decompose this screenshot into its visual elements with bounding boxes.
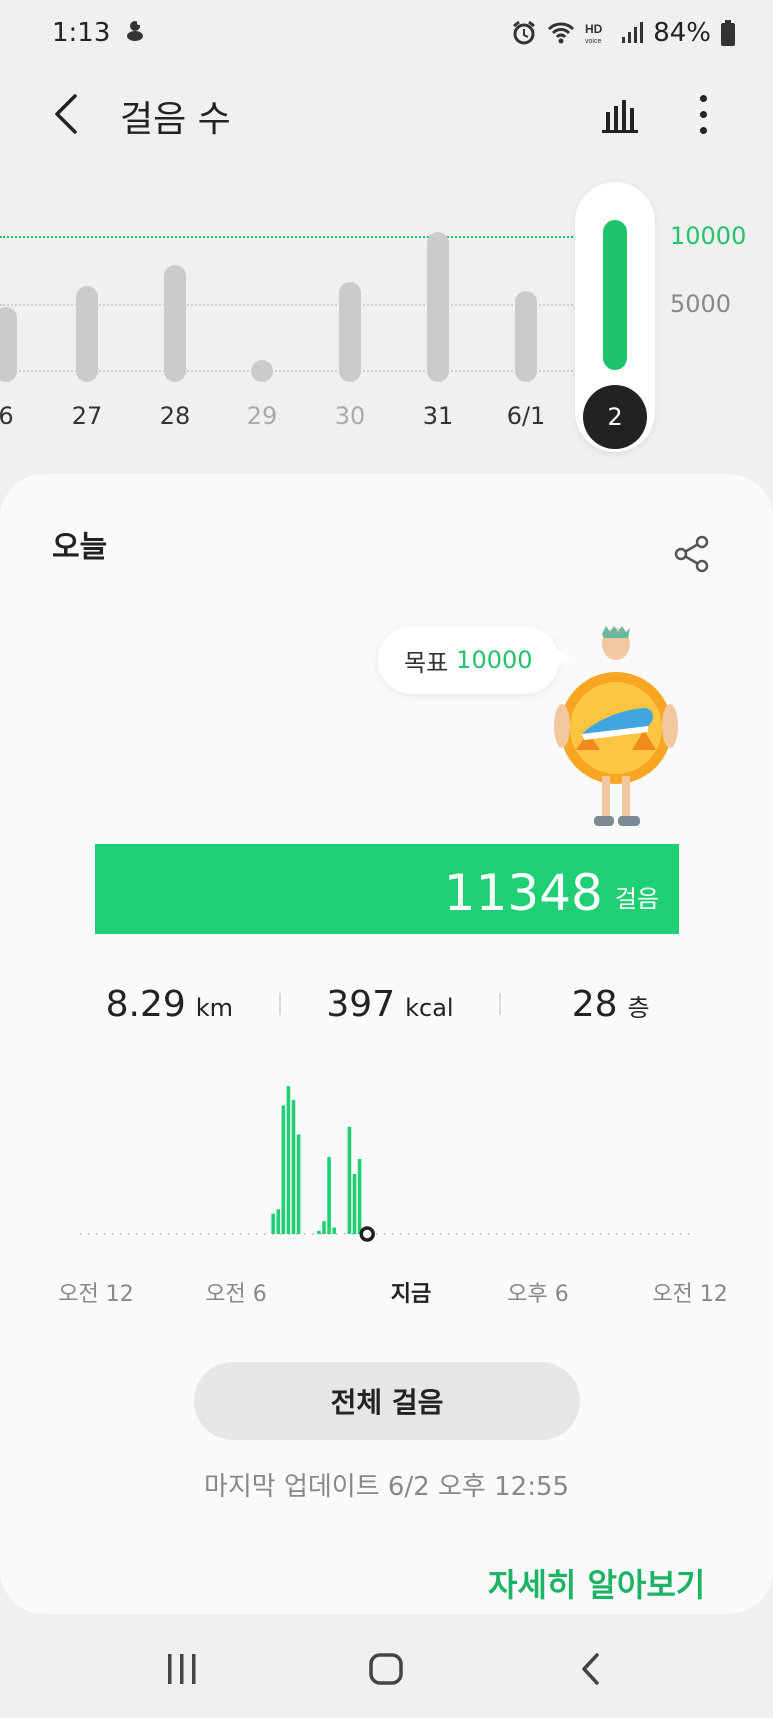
system-back-button[interactable] <box>561 1639 621 1699</box>
hourly-bar <box>322 1221 326 1234</box>
bar-chart-icon <box>602 100 638 133</box>
hourly-bar <box>286 1086 291 1234</box>
floors-value: 28 <box>571 983 618 1025</box>
status-bar: 1:13 HD voice 84% <box>0 0 773 66</box>
status-right: HD voice 84% <box>511 18 735 48</box>
today-label: 오늘 <box>52 530 108 565</box>
more-vert-icon-dot <box>699 94 707 102</box>
time-label-midnight-end: 오전 12 <box>652 1282 728 1307</box>
page-title: 걸음 수 <box>120 99 231 140</box>
share-icon <box>674 535 709 573</box>
goal-value: 10000 <box>456 646 533 674</box>
goal-line <box>0 236 580 238</box>
goal-bubble: 목표 10000 <box>378 626 571 694</box>
hourly-bar <box>276 1209 281 1234</box>
home-button[interactable] <box>356 1639 416 1699</box>
day-label[interactable]: 30 <box>320 402 380 430</box>
battery-icon <box>721 20 735 46</box>
time-label-now: 지금 <box>390 1282 432 1307</box>
back-button[interactable] <box>46 90 86 138</box>
calories-stat: 397 kcal <box>281 984 500 1025</box>
day-label[interactable]: 31 <box>408 402 468 430</box>
signal-icon <box>621 21 644 45</box>
last-update-text: 마지막 업데이트 6/2 오후 12:55 <box>203 1472 570 1502</box>
goal-axis-label: 10000 <box>670 222 747 250</box>
hourly-bar <box>347 1126 352 1234</box>
more-vert-icon-dot <box>699 110 707 118</box>
day-label[interactable]: 6 <box>0 402 36 430</box>
hourly-bar <box>271 1213 275 1234</box>
calories-unit: kcal <box>405 993 454 1022</box>
hourly-bar <box>296 1134 301 1234</box>
hourly-bar <box>332 1227 336 1234</box>
hourly-bar <box>357 1159 362 1234</box>
recent-apps-button[interactable] <box>152 1639 212 1699</box>
stats-row: 8.29 km 397 kcal 28 층 <box>60 974 720 1034</box>
steps-unit: 걸음 <box>614 885 659 913</box>
day-bar[interactable] <box>76 285 98 382</box>
status-left: 1:13 <box>52 18 146 49</box>
back-icon <box>582 1653 599 1685</box>
day-bar[interactable] <box>0 306 17 382</box>
status-time: 1:13 <box>52 18 111 48</box>
hd-voice-icon: HD voice <box>585 21 611 45</box>
distance-unit: km <box>195 993 234 1022</box>
day-bar[interactable] <box>251 360 273 382</box>
hourly-bar <box>317 1230 321 1234</box>
weekly-steps-chart[interactable]: 2 10000 5000 6 27 28 29 30 31 6/1 <box>0 170 773 460</box>
alarm-icon <box>511 20 537 46</box>
calories-value: 397 <box>326 983 396 1025</box>
distance-stat: 8.29 km <box>60 984 279 1025</box>
hourly-bar <box>352 1174 357 1234</box>
today-card: 오늘 목표 10000 11348 걸음 8.29 km 397 kcal 28… <box>0 474 773 1614</box>
selected-day-bar <box>603 220 627 370</box>
distance-value: 8.29 <box>105 983 186 1025</box>
more-options-button[interactable] <box>688 90 718 138</box>
share-button[interactable] <box>672 534 712 574</box>
back-arrow-icon <box>55 94 77 134</box>
now-marker <box>359 1226 375 1242</box>
time-label-6pm: 오후 6 <box>507 1282 569 1307</box>
hourly-bar <box>327 1156 331 1234</box>
time-label-6am: 오전 6 <box>205 1282 267 1307</box>
learn-more-link[interactable]: 자세히 알아보기 <box>488 1560 705 1606</box>
all-steps-button[interactable]: 전체 걸음 <box>194 1362 580 1440</box>
day-label[interactable]: 28 <box>145 402 205 430</box>
hourly-steps-chart <box>80 1086 690 1242</box>
hourly-bar <box>281 1105 286 1234</box>
day-bar[interactable] <box>427 232 449 382</box>
day-bar[interactable] <box>515 290 537 382</box>
day-label[interactable]: 29 <box>232 402 292 430</box>
wifi-icon <box>547 21 575 45</box>
svg-text:HD: HD <box>585 22 603 36</box>
svg-text:voice: voice <box>585 38 601 45</box>
selected-day-label[interactable]: 2 <box>583 385 647 449</box>
steps-progress-bar: 11348 걸음 <box>95 844 679 934</box>
mid-axis-label: 5000 <box>670 290 732 318</box>
app-header: 걸음 수 <box>0 72 773 156</box>
mascot-illustration <box>554 626 678 826</box>
more-vert-icon-dot <box>699 126 707 134</box>
home-icon <box>369 1653 404 1685</box>
steps-count: 11348 <box>443 864 603 922</box>
floors-unit: 층 <box>627 993 650 1022</box>
day-bar[interactable] <box>339 281 361 382</box>
trends-chart-button[interactable] <box>598 92 642 136</box>
floors-stat: 28 층 <box>501 984 720 1025</box>
hourly-bar <box>291 1100 296 1234</box>
time-label-midnight-start: 오전 12 <box>58 1282 134 1307</box>
day-label[interactable]: 27 <box>57 402 117 430</box>
goal-text: 목표 <box>404 648 449 677</box>
pet-notification-icon <box>124 18 146 49</box>
battery-percent: 84% <box>653 18 711 48</box>
system-nav-bar <box>0 1620 773 1718</box>
day-label[interactable]: 6/1 <box>496 402 556 430</box>
recent-apps-icon <box>168 1654 196 1684</box>
day-bar[interactable] <box>164 265 186 382</box>
